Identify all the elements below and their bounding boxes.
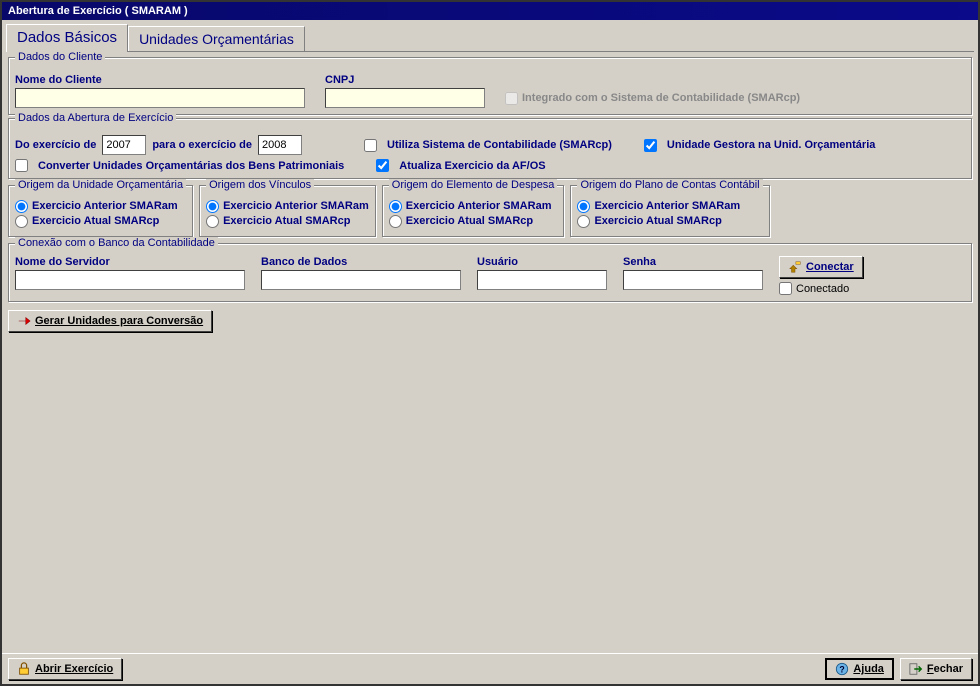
origem-elemento-anterior-label: Exercicio Anterior SMARam bbox=[406, 200, 552, 212]
do-exercicio-input[interactable] bbox=[102, 135, 146, 155]
origem-unidade-anterior-radio[interactable] bbox=[15, 200, 28, 213]
utiliza-contab-checkbox[interactable] bbox=[364, 139, 377, 152]
do-exercicio-label: Do exercício de bbox=[15, 139, 96, 151]
origem-elemento-title: Origem do Elemento de Despesa bbox=[389, 179, 558, 191]
banco-input[interactable] bbox=[261, 270, 461, 290]
help-icon: ? bbox=[835, 662, 849, 676]
tab-dados-basicos[interactable]: Dados Básicos bbox=[6, 24, 128, 52]
origem-unidade-atual-label: Exercicio Atual SMARcp bbox=[32, 215, 159, 227]
exit-icon bbox=[909, 662, 923, 676]
origem-plano-anterior-label: Exercicio Anterior SMARam bbox=[594, 200, 740, 212]
group-conexao: Conexão com o Banco da Contabilidade Nom… bbox=[8, 243, 972, 302]
conectar-button[interactable]: Conectar bbox=[779, 256, 863, 278]
senha-input[interactable] bbox=[623, 270, 763, 290]
usuario-input[interactable] bbox=[477, 270, 607, 290]
origem-vinculos-atual-radio[interactable] bbox=[206, 215, 219, 228]
integrado-label: Integrado com o Sistema de Contabilidade… bbox=[522, 92, 800, 104]
fechar-button[interactable]: Fechar bbox=[900, 658, 972, 680]
lock-icon bbox=[17, 662, 31, 676]
ajuda-button[interactable]: ? Ajuda bbox=[825, 658, 894, 680]
origem-unidade-anterior-label: Exercicio Anterior SMARam bbox=[32, 200, 178, 212]
utiliza-contab-label: Utiliza Sistema de Contabilidade (SMARcp… bbox=[387, 139, 612, 151]
origem-plano-anterior-radio[interactable] bbox=[577, 200, 590, 213]
abrir-exercicio-button[interactable]: Abrir Exercício bbox=[8, 658, 122, 680]
origem-vinculos-title: Origem dos Vínculos bbox=[206, 179, 314, 191]
origem-vinculos-anterior-label: Exercicio Anterior SMARam bbox=[223, 200, 369, 212]
origem-vinculos-anterior-radio[interactable] bbox=[206, 200, 219, 213]
origem-plano-atual-radio[interactable] bbox=[577, 215, 590, 228]
atualiza-af-checkbox[interactable] bbox=[376, 159, 389, 172]
servidor-label: Nome do Servidor bbox=[15, 256, 245, 268]
para-exercicio-input[interactable] bbox=[258, 135, 302, 155]
origem-elemento-atual-radio[interactable] bbox=[389, 215, 402, 228]
origem-plano-title: Origem do Plano de Contas Contábil bbox=[577, 179, 762, 191]
usuario-label: Usuário bbox=[477, 256, 607, 268]
group-dados-cliente: Dados do Cliente Nome do Cliente CNPJ In… bbox=[8, 57, 972, 115]
content-area: Dados do Cliente Nome do Cliente CNPJ In… bbox=[2, 52, 978, 653]
converter-unidades-label: Converter Unidades Orçamentárias dos Ben… bbox=[38, 160, 344, 172]
arrow-right-icon bbox=[17, 314, 31, 328]
origem-vinculos-atual-label: Exercicio Atual SMARcp bbox=[223, 215, 350, 227]
group-dados-cliente-title: Dados do Cliente bbox=[15, 51, 105, 63]
origem-unidade-title: Origem da Unidade Orçamentária bbox=[15, 179, 186, 191]
group-conexao-title: Conexão com o Banco da Contabilidade bbox=[15, 237, 218, 249]
senha-label: Senha bbox=[623, 256, 763, 268]
group-origem-unidade: Origem da Unidade Orçamentária Exercicio… bbox=[8, 185, 193, 237]
conectar-label: Conectar bbox=[806, 261, 854, 273]
group-origem-vinculos: Origem dos Vínculos Exercicio Anterior S… bbox=[199, 185, 376, 237]
group-abertura: Dados da Abertura de Exercício Do exercí… bbox=[8, 118, 972, 179]
ajuda-label: Ajuda bbox=[853, 663, 884, 675]
origem-unidade-atual-radio[interactable] bbox=[15, 215, 28, 228]
banco-label: Banco de Dados bbox=[261, 256, 461, 268]
converter-unidades-checkbox[interactable] bbox=[15, 159, 28, 172]
tab-unidades-orcamentarias[interactable]: Unidades Orçamentárias bbox=[128, 26, 305, 51]
svg-text:?: ? bbox=[840, 665, 845, 675]
origem-elemento-anterior-radio[interactable] bbox=[389, 200, 402, 213]
group-abertura-title: Dados da Abertura de Exercício bbox=[15, 112, 176, 124]
conectado-label: Conectado bbox=[796, 283, 849, 295]
cnpj-label: CNPJ bbox=[325, 74, 485, 86]
unidade-gestora-label: Unidade Gestora na Unid. Orçamentária bbox=[667, 139, 875, 151]
nome-cliente-input[interactable] bbox=[15, 88, 305, 108]
tab-bar: Dados Básicos Unidades Orçamentárias bbox=[6, 24, 974, 52]
atualiza-af-label: Atualiza Exercicio da AF/OS bbox=[399, 160, 545, 172]
connect-icon bbox=[788, 260, 802, 274]
para-exercicio-label: para o exercício de bbox=[152, 139, 252, 151]
origem-elemento-atual-label: Exercicio Atual SMARcp bbox=[406, 215, 533, 227]
origem-plano-atual-label: Exercicio Atual SMARcp bbox=[594, 215, 721, 227]
conectado-checkbox[interactable] bbox=[779, 282, 792, 295]
bottom-bar: Abrir Exercício ? Ajuda Fechar bbox=[2, 653, 978, 684]
window-title: Abertura de Exercício ( SMARAM ) bbox=[2, 2, 978, 20]
gerar-unidades-button[interactable]: Gerar Unidades para Conversão bbox=[8, 310, 212, 332]
group-origem-elemento: Origem do Elemento de Despesa Exercicio … bbox=[382, 185, 565, 237]
integrado-checkbox bbox=[505, 92, 518, 105]
main-window: Abertura de Exercício ( SMARAM ) Dados B… bbox=[0, 0, 980, 686]
servidor-input[interactable] bbox=[15, 270, 245, 290]
abrir-exercicio-label: Abrir Exercício bbox=[35, 663, 113, 675]
cnpj-input[interactable] bbox=[325, 88, 485, 108]
nome-cliente-label: Nome do Cliente bbox=[15, 74, 305, 86]
group-origem-plano: Origem do Plano de Contas Contábil Exerc… bbox=[570, 185, 769, 237]
gerar-unidades-label: Gerar Unidades para Conversão bbox=[35, 315, 203, 327]
unidade-gestora-checkbox[interactable] bbox=[644, 139, 657, 152]
fechar-label-rest: echar bbox=[934, 663, 963, 675]
origens-row: Origem da Unidade Orçamentária Exercicio… bbox=[8, 182, 972, 240]
